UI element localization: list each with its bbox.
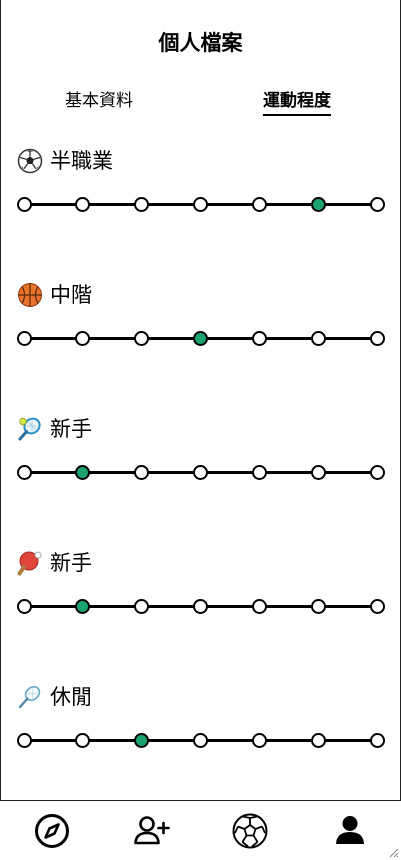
profile-icon bbox=[336, 816, 364, 844]
sport-heading: 半職業 bbox=[17, 146, 113, 176]
level-dot[interactable] bbox=[369, 465, 385, 480]
level-dot[interactable] bbox=[134, 599, 150, 614]
basketball-icon bbox=[18, 283, 42, 307]
sport-heading: 新手 bbox=[17, 548, 92, 578]
level-dot[interactable] bbox=[134, 465, 150, 480]
level-dot[interactable] bbox=[251, 331, 267, 346]
level-dot[interactable] bbox=[193, 197, 208, 212]
level-dot[interactable] bbox=[369, 733, 385, 748]
level-dot[interactable] bbox=[16, 197, 32, 212]
level-dot[interactable] bbox=[369, 197, 385, 212]
ping-pong-paddle-icon bbox=[17, 551, 42, 576]
level-dot-selected[interactable] bbox=[75, 599, 91, 614]
level-dot[interactable] bbox=[16, 599, 32, 614]
nav-profile[interactable] bbox=[332, 813, 368, 849]
tennis-racket-icon bbox=[18, 417, 41, 441]
bottom-navigation bbox=[0, 800, 401, 860]
level-dot[interactable] bbox=[16, 331, 32, 346]
level-dot[interactable] bbox=[193, 733, 208, 748]
sport-row-soccer: 半職業 bbox=[0, 146, 401, 236]
level-dot[interactable] bbox=[251, 197, 267, 212]
sport-level-label: 休閒 bbox=[50, 685, 92, 709]
soccer-ball-icon bbox=[17, 148, 43, 174]
badminton-racket-icon bbox=[18, 686, 41, 709]
sport-heading: 休閒 bbox=[17, 682, 92, 712]
level-dot[interactable] bbox=[310, 331, 326, 346]
sport-level-label: 半職業 bbox=[50, 149, 113, 173]
level-dot[interactable] bbox=[369, 331, 385, 346]
level-dot[interactable] bbox=[251, 465, 267, 480]
nav-add-friend[interactable] bbox=[133, 813, 170, 849]
level-dot[interactable] bbox=[193, 465, 208, 480]
sport-level-label: 中階 bbox=[50, 283, 92, 307]
level-dot[interactable] bbox=[369, 599, 385, 614]
nav-sports[interactable] bbox=[232, 813, 268, 849]
sport-row-basketball: 中階 bbox=[0, 280, 401, 370]
level-dot[interactable] bbox=[310, 599, 326, 614]
profile-tabs: 基本資料 運動程度 bbox=[0, 88, 401, 118]
level-dot[interactable] bbox=[193, 599, 208, 614]
level-dot[interactable] bbox=[75, 197, 91, 212]
tab-sport-level[interactable]: 運動程度 bbox=[263, 88, 331, 116]
resize-handle-icon[interactable] bbox=[387, 846, 399, 858]
level-dot[interactable] bbox=[310, 733, 326, 748]
tab-basic-info[interactable]: 基本資料 bbox=[65, 88, 133, 114]
level-scale[interactable] bbox=[0, 328, 401, 348]
level-scale[interactable] bbox=[0, 730, 401, 750]
level-scale[interactable] bbox=[0, 462, 401, 482]
level-dot[interactable] bbox=[16, 465, 32, 480]
level-dot[interactable] bbox=[16, 733, 32, 748]
level-scale[interactable] bbox=[0, 194, 401, 214]
sport-row-table-tennis: 新手 bbox=[0, 548, 401, 638]
level-dot[interactable] bbox=[310, 465, 326, 480]
add-friend-icon bbox=[134, 816, 170, 845]
sport-row-tennis: 新手 bbox=[0, 414, 401, 504]
nav-explore[interactable] bbox=[34, 813, 70, 849]
sport-row-badminton: 休閒 bbox=[0, 682, 401, 772]
level-dot-selected[interactable] bbox=[75, 465, 91, 480]
level-dot-selected[interactable] bbox=[193, 331, 208, 346]
level-dot[interactable] bbox=[134, 197, 150, 212]
level-dot[interactable] bbox=[251, 599, 267, 614]
sport-heading: 新手 bbox=[17, 414, 92, 444]
page-title: 個人檔案 bbox=[158, 31, 243, 55]
sport-heading: 中階 bbox=[17, 280, 92, 310]
level-dot-selected[interactable] bbox=[134, 733, 150, 748]
sport-level-label: 新手 bbox=[50, 551, 92, 575]
level-dot[interactable] bbox=[251, 733, 267, 748]
level-dot-selected[interactable] bbox=[310, 197, 326, 212]
level-dot[interactable] bbox=[134, 331, 150, 346]
level-scale[interactable] bbox=[0, 596, 401, 616]
soccer-ball-icon bbox=[232, 813, 268, 849]
sport-level-label: 新手 bbox=[50, 417, 92, 441]
level-dot[interactable] bbox=[75, 733, 91, 748]
compass-icon bbox=[35, 814, 69, 848]
level-dot[interactable] bbox=[75, 331, 91, 346]
